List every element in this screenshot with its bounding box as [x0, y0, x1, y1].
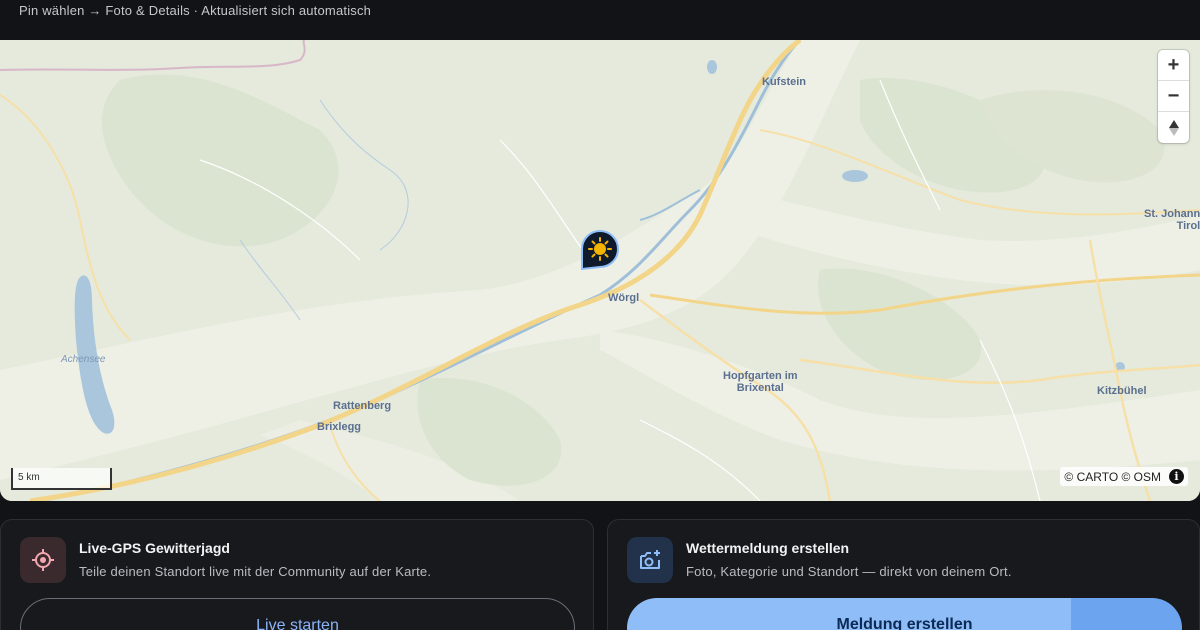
info-icon[interactable]: i [1169, 469, 1184, 484]
place-kitzbuehel: Kitzbühel [1097, 385, 1147, 397]
weather-report-card: Wettermeldung erstellen Foto, Kategorie … [607, 519, 1200, 630]
zoom-in-button[interactable]: + [1158, 50, 1189, 81]
live-gps-card: Live-GPS Gewitterjagd Teile deinen Stand… [0, 519, 594, 630]
place-woergl: Wörgl [608, 292, 640, 304]
zoom-out-button[interactable]: − [1158, 81, 1189, 112]
map-view[interactable]: Kufstein Wörgl St. Johann Tirol Achensee… [0, 40, 1200, 501]
live-start-button[interactable]: Live starten [20, 598, 575, 630]
live-gps-icon-tile [20, 537, 66, 583]
weather-report-pin[interactable] [578, 228, 622, 279]
header-hint: Pin wählen → Foto & Details · Aktualisie… [19, 3, 372, 18]
place-hopfgarten-line1: Hopfgarten im [723, 370, 798, 382]
weather-report-icon-tile [627, 537, 673, 583]
place-kufstein: Kufstein [762, 76, 806, 88]
map-scale-bar: 5 km [11, 468, 112, 490]
place-st-johann-line1: St. Johann [1144, 208, 1200, 220]
place-st-johann-line2: Tirol [1176, 220, 1200, 232]
target-icon [32, 549, 54, 571]
live-gps-subtitle: Teile deinen Standort live mit der Commu… [79, 564, 432, 579]
place-rattenberg: Rattenberg [333, 400, 392, 412]
place-st-johann: St. Johann Tirol [1144, 208, 1200, 232]
map-zoom-control: + − [1158, 50, 1189, 143]
live-gps-title: Live-GPS Gewitterjagd [79, 540, 230, 556]
attribution-text: © CARTO © OSM [1064, 469, 1161, 484]
sun-icon [581, 229, 620, 271]
reset-north-button[interactable] [1158, 112, 1189, 143]
place-brixlegg: Brixlegg [317, 421, 362, 433]
map-attribution: © CARTO © OSM i [1060, 467, 1188, 486]
camera-plus-icon [640, 550, 660, 569]
place-hopfgarten: Hopfgarten im Brixental [723, 370, 798, 394]
weather-report-subtitle: Foto, Kategorie und Standort — direkt vo… [686, 564, 1012, 579]
create-report-button[interactable]: Meldung erstellen [627, 598, 1182, 630]
place-achensee: Achensee [61, 354, 106, 365]
compass-icon [1168, 119, 1179, 136]
place-hopfgarten-line2: Brixental [736, 382, 784, 394]
weather-report-title: Wettermeldung erstellen [686, 540, 850, 556]
